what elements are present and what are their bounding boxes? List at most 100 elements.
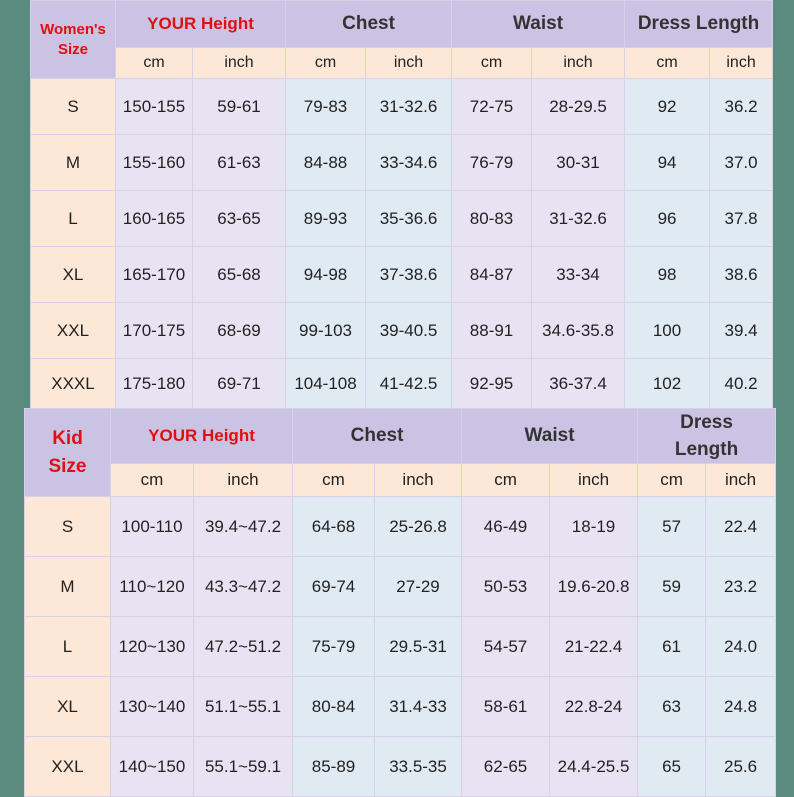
table-row: M 110~120 43.3~47.2 69-74 27-29 50-53 19… xyxy=(24,556,777,617)
table-row: S 150-155 59-61 79-83 31-32.6 72-75 28-2… xyxy=(30,78,774,135)
table-cell: 100-110 xyxy=(110,496,194,557)
table-cell: 165-170 xyxy=(115,246,193,303)
table-cell: 64-68 xyxy=(292,496,376,557)
table-cell: 61 xyxy=(637,616,707,677)
table-cell: 80-84 xyxy=(292,676,376,737)
kid-unit-cell: cm xyxy=(461,463,551,497)
table-cell: 35-36.6 xyxy=(365,190,453,247)
size-cell: L xyxy=(30,190,116,247)
table-cell: 99-103 xyxy=(285,302,367,359)
table-row: XL 165-170 65-68 94-98 37-38.6 84-87 33-… xyxy=(30,246,774,303)
table-row: XXL 140~150 55.1~59.1 85-89 33.5-35 62-6… xyxy=(24,736,777,797)
women-unit-cell: cm xyxy=(624,47,711,79)
table-cell: 84-87 xyxy=(451,246,533,303)
table-cell: 92-95 xyxy=(451,358,533,409)
table-cell: 175-180 xyxy=(115,358,193,409)
table-cell: 22.4 xyxy=(705,496,777,557)
table-cell: 41-42.5 xyxy=(365,358,453,409)
table-cell: 92 xyxy=(624,78,711,135)
size-cell: XL xyxy=(24,676,111,737)
table-cell: 76-79 xyxy=(451,134,533,191)
table-cell: 38.6 xyxy=(709,246,774,303)
table-cell: 50-53 xyxy=(461,556,551,617)
women-unit-cell: inch xyxy=(709,47,774,79)
kid-dress-length-line1: Dress xyxy=(680,412,733,433)
table-cell: 31-32.6 xyxy=(365,78,453,135)
kid-unit-cell: inch xyxy=(705,463,777,497)
table-cell: 94 xyxy=(624,134,711,191)
table-cell: 47.2~51.2 xyxy=(192,616,294,677)
women-waist-header: Waist xyxy=(451,0,626,48)
table-cell: 94-98 xyxy=(285,246,367,303)
table-cell: 69-74 xyxy=(292,556,376,617)
table-cell: 155-160 xyxy=(115,134,193,191)
table-cell: 80-83 xyxy=(451,190,533,247)
table-row: XL 130~140 51.1~55.1 80-84 31.4-33 58-61… xyxy=(24,676,777,737)
kid-unit-row: cm inch cm inch cm inch cm inch xyxy=(25,463,777,497)
table-cell: 29.5-31 xyxy=(374,616,463,677)
table-cell: 130~140 xyxy=(110,676,194,737)
table-cell: 37.0 xyxy=(709,134,774,191)
table-cell: 39.4~47.2 xyxy=(192,496,294,557)
kid-size-header: Kid Size xyxy=(24,408,111,497)
table-cell: 33-34 xyxy=(531,246,626,303)
size-cell: S xyxy=(30,78,116,135)
table-cell: 96 xyxy=(624,190,711,247)
table-row: L 160-165 63-65 89-93 35-36.6 80-83 31-3… xyxy=(30,190,774,247)
size-cell: XXXL xyxy=(30,358,116,409)
table-cell: 39-40.5 xyxy=(365,302,453,359)
table-cell: 24.0 xyxy=(705,616,777,677)
table-cell: 79-83 xyxy=(285,78,367,135)
women-unit-row: cm inch cm inch cm inch cm inch xyxy=(31,47,774,79)
women-size-header-line1: Women's xyxy=(40,20,106,38)
table-cell: 65 xyxy=(637,736,707,797)
table-cell: 33-34.6 xyxy=(365,134,453,191)
table-cell: 24.8 xyxy=(705,676,777,737)
women-size-table: Women's Size YOUR Height Chest Waist Dre… xyxy=(30,0,774,409)
table-cell: 55.1~59.1 xyxy=(192,736,294,797)
table-cell: 63-65 xyxy=(191,190,287,247)
table-cell: 33.5-35 xyxy=(374,736,463,797)
table-row: XXL 170-175 68-69 99-103 39-40.5 88-91 3… xyxy=(30,302,774,359)
kid-unit-cell: cm xyxy=(637,463,707,497)
table-cell: 54-57 xyxy=(461,616,551,677)
kid-height-header: YOUR Height xyxy=(109,408,294,464)
table-cell: 21-22.4 xyxy=(549,616,639,677)
size-cell: XXL xyxy=(30,302,116,359)
women-unit-cell: inch xyxy=(531,47,626,79)
table-cell: 36-37.4 xyxy=(531,358,626,409)
women-size-header: Women's Size xyxy=(30,0,116,79)
table-cell: 30-31 xyxy=(531,134,626,191)
table-cell: 25.6 xyxy=(705,736,777,797)
table-cell: 69-71 xyxy=(191,358,287,409)
table-cell: 85-89 xyxy=(292,736,376,797)
table-cell: 28-29.5 xyxy=(531,78,626,135)
size-cell: L xyxy=(24,616,111,677)
table-cell: 170-175 xyxy=(115,302,193,359)
table-cell: 140~150 xyxy=(110,736,194,797)
kid-unit-cell: cm xyxy=(110,463,194,497)
women-dress-length-header: Dress Length xyxy=(624,0,774,48)
table-cell: 104-108 xyxy=(285,358,367,409)
table-cell: 39.4 xyxy=(709,302,774,359)
size-cell: M xyxy=(30,134,116,191)
table-cell: 31.4-33 xyxy=(374,676,463,737)
table-cell: 27-29 xyxy=(374,556,463,617)
table-row: M 155-160 61-63 84-88 33-34.6 76-79 30-3… xyxy=(30,134,774,191)
women-chest-header: Chest xyxy=(285,0,453,48)
women-unit-cell: cm xyxy=(285,47,367,79)
table-cell: 18-19 xyxy=(549,496,639,557)
table-cell: 62-65 xyxy=(461,736,551,797)
kid-size-table: Kid Size YOUR Height Chest Waist Dress L… xyxy=(24,408,777,797)
table-cell: 51.1~55.1 xyxy=(192,676,294,737)
kid-unit-cell: cm xyxy=(292,463,376,497)
kid-dress-length-header: Dress Length xyxy=(637,408,777,464)
table-cell: 25-26.8 xyxy=(374,496,463,557)
women-unit-cell: inch xyxy=(191,47,287,79)
women-size-header-line2: Size xyxy=(57,40,88,58)
women-unit-cell: cm xyxy=(451,47,533,79)
table-cell: 72-75 xyxy=(451,78,533,135)
size-cell: M xyxy=(24,556,111,617)
table-row: L 120~130 47.2~51.2 75-79 29.5-31 54-57 … xyxy=(24,616,777,677)
table-cell: 37.8 xyxy=(709,190,774,247)
